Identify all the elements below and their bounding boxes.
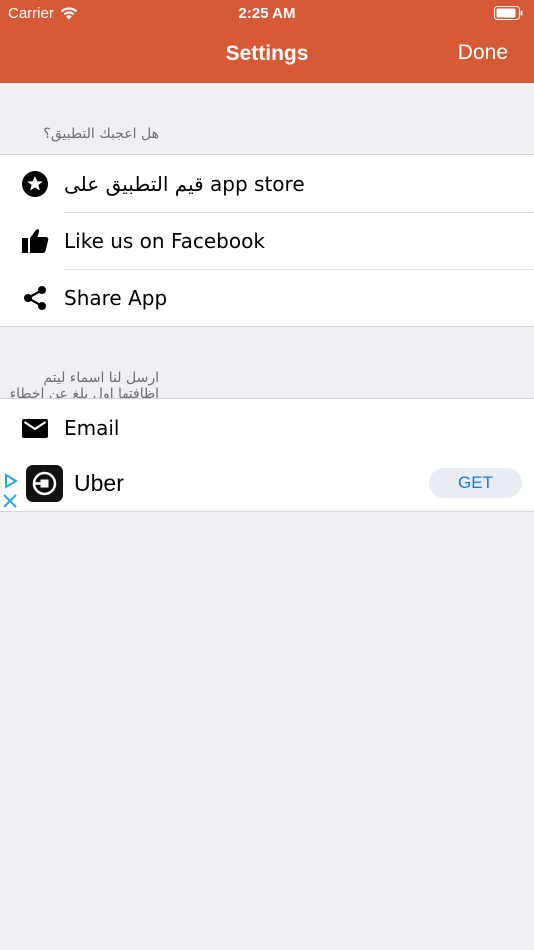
navigation-bar: Carrier 2:25 AM Settings Done [0, 0, 534, 83]
share-app-row[interactable]: Share App [0, 269, 534, 326]
done-button[interactable]: Done [458, 41, 508, 65]
battery-icon [494, 6, 523, 20]
like-facebook-label: Like us on Facebook [64, 228, 265, 253]
star-circle-icon [22, 171, 48, 197]
share-icon [24, 286, 46, 310]
rate-share-group: قيم التطبيق على app store Like us on Fac… [0, 154, 534, 327]
email-row[interactable]: Email [0, 399, 534, 456]
page-title: Settings [225, 42, 309, 65]
email-label: Email [64, 415, 120, 440]
section-header-rate: هل اعجبك التطبيق؟ [43, 126, 159, 142]
ad-choices-icon[interactable] [0, 471, 20, 491]
rate-app-label: قيم التطبيق على app store [64, 171, 305, 196]
uber-logo-icon [26, 465, 63, 502]
get-button[interactable]: GET [429, 468, 522, 498]
close-icon[interactable] [0, 491, 20, 511]
thumbs-up-icon [22, 229, 49, 253]
status-time: 2:25 AM [238, 5, 296, 22]
envelope-icon [22, 419, 48, 438]
rate-app-row[interactable]: قيم التطبيق على app store [0, 155, 534, 212]
status-bar: Carrier 2:25 AM [0, 0, 534, 28]
ad-title: Uber [74, 470, 124, 496]
like-facebook-row[interactable]: Like us on Facebook [0, 212, 534, 269]
ad-banner[interactable]: Uber GET [0, 455, 534, 512]
feedback-group: Email [0, 398, 534, 457]
ad-badges [0, 471, 20, 511]
share-app-label: Share App [64, 285, 168, 310]
